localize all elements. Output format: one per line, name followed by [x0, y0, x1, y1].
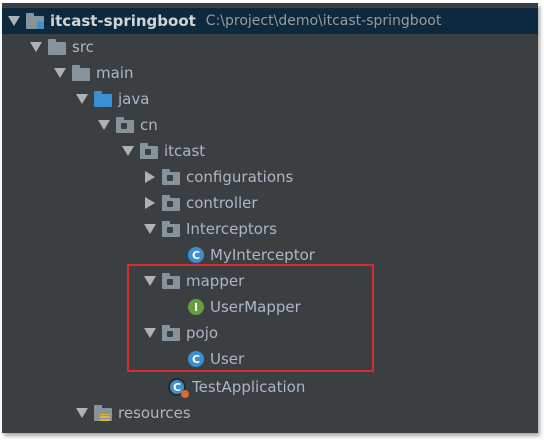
spring-boot-application-icon: C — [168, 378, 186, 396]
tree-node-cn[interactable]: cn — [2, 112, 538, 138]
tree-node-resources[interactable]: resources — [2, 400, 538, 426]
collapse-arrow-icon[interactable] — [142, 164, 158, 190]
tree-node-user-mapper[interactable]: I UserMapper — [2, 294, 538, 320]
expand-arrow-icon[interactable] — [52, 60, 68, 86]
tree-node-itcast[interactable]: itcast — [2, 138, 538, 164]
package-icon — [162, 168, 180, 185]
expand-arrow-icon[interactable] — [120, 138, 136, 164]
expand-arrow-icon[interactable] — [6, 8, 22, 34]
tree-node-user[interactable]: C User — [2, 346, 538, 372]
expand-arrow-icon[interactable] — [96, 112, 112, 138]
expand-arrow-icon[interactable] — [74, 400, 90, 426]
expand-arrow-icon[interactable] — [142, 216, 158, 242]
user-label: User — [210, 350, 245, 368]
cn-label: cn — [140, 116, 158, 134]
expand-arrow-icon[interactable] — [74, 86, 90, 112]
resources-folder-icon — [94, 404, 112, 421]
itcast-label: itcast — [164, 142, 206, 160]
tree-node-interceptors[interactable]: Interceptors — [2, 216, 538, 242]
my-interceptor-label: MyInterceptor — [210, 246, 315, 264]
test-application-label: TestApplication — [192, 378, 306, 396]
controller-label: controller — [186, 194, 258, 212]
tree-node-my-interceptor[interactable]: C MyInterceptor — [2, 242, 538, 268]
pojo-label: pojo — [186, 324, 219, 342]
package-icon — [116, 116, 134, 133]
tree-node-java[interactable]: java — [2, 86, 538, 112]
package-icon — [162, 220, 180, 237]
class-icon: C — [188, 247, 204, 263]
configurations-label: configurations — [186, 168, 294, 186]
src-label: src — [72, 38, 94, 56]
tree-node-pojo[interactable]: pojo — [2, 320, 538, 346]
tree-node-root[interactable]: itcast-springboot C:\project\demo\itcast… — [2, 8, 538, 34]
package-icon — [162, 272, 180, 289]
tree-node-main[interactable]: main — [2, 60, 538, 86]
interceptors-label: Interceptors — [186, 220, 277, 238]
package-icon — [140, 142, 158, 159]
package-icon — [162, 324, 180, 341]
mapper-label: mapper — [186, 272, 245, 290]
interface-icon: I — [188, 299, 204, 315]
expand-arrow-icon[interactable] — [142, 320, 158, 346]
root-module-path: C:\project\demo\itcast-springboot — [205, 13, 442, 29]
package-icon — [162, 194, 180, 211]
expand-arrow-icon[interactable] — [142, 268, 158, 294]
tree-node-controller[interactable]: controller — [2, 190, 538, 216]
user-mapper-label: UserMapper — [210, 298, 301, 316]
tree-node-configurations[interactable]: configurations — [2, 164, 538, 190]
project-tree-panel: itcast-springboot C:\project\demo\itcast… — [2, 3, 538, 433]
folder-icon — [48, 38, 66, 55]
tree-node-mapper[interactable]: mapper — [2, 268, 538, 294]
main-label: main — [96, 64, 134, 82]
collapse-arrow-icon[interactable] — [142, 190, 158, 216]
expand-arrow-icon[interactable] — [28, 34, 44, 60]
class-icon: C — [188, 351, 204, 367]
java-label: java — [118, 90, 150, 108]
resources-label: resources — [118, 404, 191, 422]
root-module-label: itcast-springboot — [50, 12, 196, 30]
module-folder-icon — [26, 12, 44, 29]
tree-node-src[interactable]: src — [2, 34, 538, 60]
folder-icon — [72, 64, 90, 81]
tree-node-test-application[interactable]: C TestApplication — [2, 374, 538, 400]
source-root-folder-icon — [94, 90, 112, 107]
